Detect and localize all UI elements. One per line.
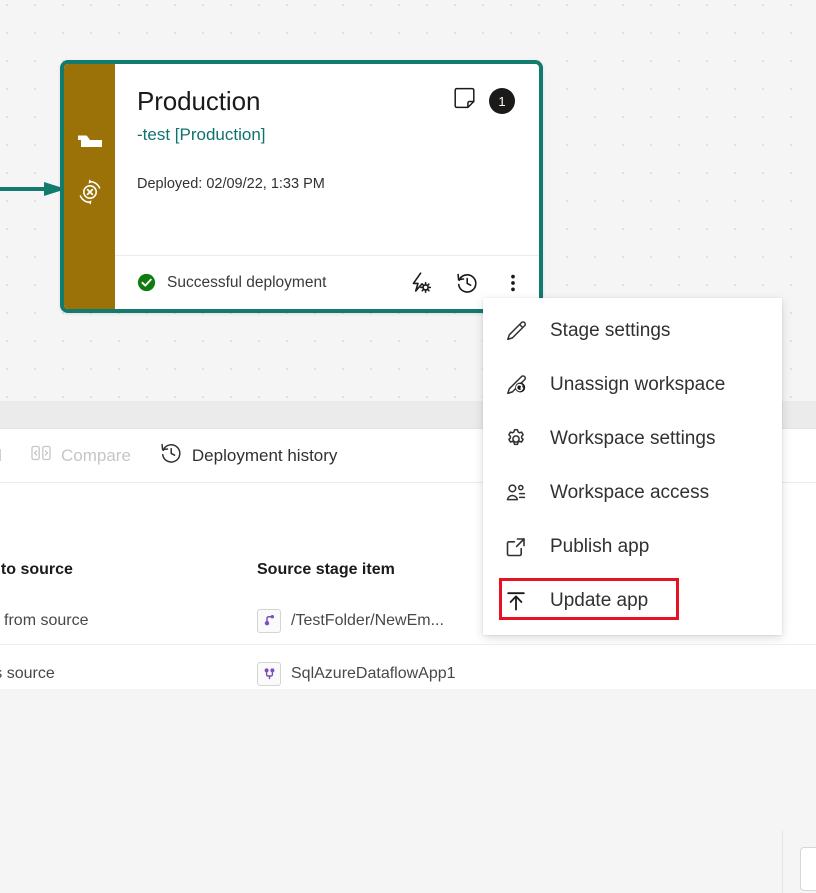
menu-label-unassign-workspace: Unassign workspace — [550, 374, 726, 395]
sticky-note-icon[interactable] — [453, 87, 476, 115]
menu-label-update-app: Update app — [550, 590, 649, 611]
stage-card-main: Production 1 -test [Production] Deployed… — [115, 64, 539, 255]
people-icon — [504, 481, 528, 505]
upload-arrow-icon — [504, 589, 528, 613]
deployment-history-button[interactable] — [455, 271, 479, 295]
status-badge[interactable]: 1 — [489, 88, 515, 114]
deployed-timestamp: Deployed: 02/09/22, 1:33 PM — [137, 176, 325, 192]
incoming-pipeline-arrow — [0, 182, 66, 196]
panel-side-divider — [782, 831, 783, 893]
history-icon — [159, 441, 183, 470]
dataflow-icon — [257, 608, 281, 633]
flag-icon — [77, 135, 102, 147]
deployment-status-text: Successful deployment — [167, 273, 327, 291]
compare-icon — [30, 442, 52, 469]
menu-label-workspace-settings: Workspace settings — [550, 428, 716, 449]
dataflow-icon — [257, 661, 281, 686]
workspace-link[interactable]: -test [Production] — [137, 124, 517, 146]
stage-card-rail — [64, 64, 115, 309]
stage-card-body: Production 1 -test [Production] Deployed… — [115, 64, 539, 309]
more-options-button[interactable] — [501, 271, 525, 295]
menu-item-workspace-access[interactable]: Workspace access — [483, 466, 782, 520]
stage-card-footer: Successful deployment — [115, 255, 539, 309]
menu-item-stage-settings[interactable]: Stage settings — [483, 304, 782, 358]
pencil-undo-icon — [504, 373, 528, 397]
toolbar-label-deployment-history: Deployment history — [191, 445, 338, 465]
menu-item-workspace-settings[interactable]: Workspace settings — [483, 412, 782, 466]
table-header-compare-to-source: l to source — [0, 561, 73, 578]
stage-context-menu: Stage settings Unassign workspace Worksp… — [483, 298, 782, 635]
pencil-icon — [504, 319, 528, 343]
deployment-rules-button[interactable] — [409, 271, 433, 295]
success-check-icon — [137, 273, 156, 292]
menu-item-unassign-workspace[interactable]: Unassign workspace — [483, 358, 782, 412]
toolbar-item-compare[interactable]: Compare — [30, 442, 131, 469]
production-stage-card[interactable]: Production 1 -test [Production] Deployed… — [60, 60, 543, 313]
table-row[interactable]: e as source SqlAzureDataflowApp1 — [0, 650, 816, 697]
table-cell-compare-status: rent from source — [0, 611, 89, 629]
table-header-source-stage-item: Source stage item — [257, 561, 395, 578]
stage-card-title-actions: 1 — [453, 87, 517, 115]
table-cell-compare-status: e as source — [0, 664, 55, 682]
gear-icon — [504, 427, 528, 451]
menu-label-workspace-access: Workspace access — [550, 482, 710, 503]
menu-item-update-app[interactable]: Update app — [483, 574, 782, 628]
menu-label-publish-app: Publish app — [550, 536, 650, 557]
table-cell-source-item: /TestFolder/NewEm... — [257, 608, 444, 633]
toolbar-item-deployment-history[interactable]: Deployment history — [159, 441, 338, 470]
stage-card-title-row: Production 1 — [137, 86, 517, 116]
stage-title: Production — [137, 86, 261, 116]
toolbar-label-related: related — [0, 446, 2, 466]
menu-item-publish-app[interactable]: Publish app — [483, 520, 782, 574]
search-box[interactable] — [800, 847, 816, 891]
deployment-status: Successful deployment — [137, 273, 409, 292]
table-cell-source-item: SqlAzureDataflowApp1 — [257, 661, 456, 686]
table-cell-source-item-text: /TestFolder/NewEm... — [291, 611, 444, 629]
open-in-new-icon — [504, 535, 528, 559]
toolbar-item-related[interactable]: related — [0, 446, 2, 466]
table-cell-source-item-text: SqlAzureDataflowApp1 — [291, 664, 456, 682]
toolbar-label-compare: Compare — [60, 445, 131, 465]
menu-label-stage-settings: Stage settings — [550, 320, 671, 341]
stage-card-footer-actions — [409, 271, 525, 295]
sync-error-icon — [79, 179, 100, 205]
